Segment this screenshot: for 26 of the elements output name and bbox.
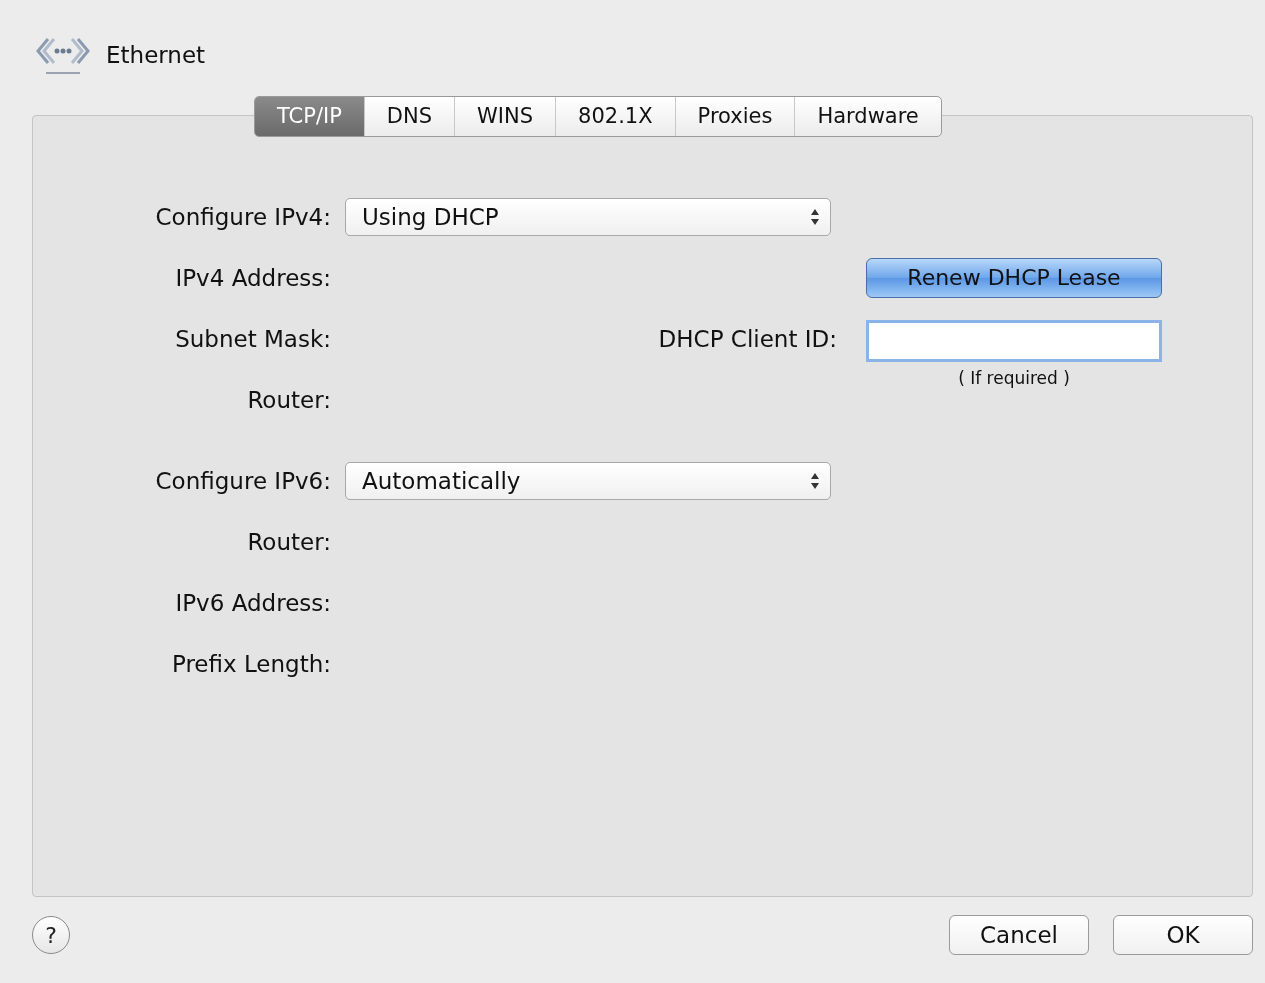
tab[interactable]: Hardware [794, 97, 941, 136]
dialog-button[interactable]: OK [1113, 915, 1253, 955]
popup-menu[interactable]: Automatically [345, 461, 831, 500]
tab[interactable]: 802.1X [555, 97, 675, 136]
field-label: Subnet Mask: [174, 325, 331, 352]
up-down-arrows-icon [810, 207, 820, 226]
field-label: Router: [246, 386, 331, 413]
tab[interactable]: TCP/IP [255, 97, 364, 136]
field-label: Router: [246, 528, 331, 555]
window-title: Ethernet [106, 42, 206, 68]
field-label: IPv6 Address: [174, 589, 331, 616]
field-label: Configure IPv6: [154, 467, 331, 494]
field-label: Prefix Length: [170, 650, 331, 677]
popup-menu[interactable]: Using DHCP [345, 197, 831, 236]
tab[interactable]: DNS [363, 97, 455, 136]
up-down-arrows-icon [810, 471, 820, 490]
field-label: DHCP Client ID: [658, 325, 837, 352]
help-button[interactable]: ? [32, 916, 70, 954]
field-label: IPv4 Address: [174, 264, 331, 291]
renew-dhcp-lease-button[interactable]: Renew DHCP Lease [866, 257, 1162, 298]
dialog-button[interactable]: Cancel [949, 915, 1089, 955]
tab[interactable]: WINS [454, 97, 556, 136]
tab[interactable]: Proxies [674, 97, 795, 136]
field-label: Configure IPv4: [154, 203, 331, 230]
client-id-input[interactable] [866, 319, 1162, 362]
hint-text: ( If required ) [958, 367, 1070, 388]
